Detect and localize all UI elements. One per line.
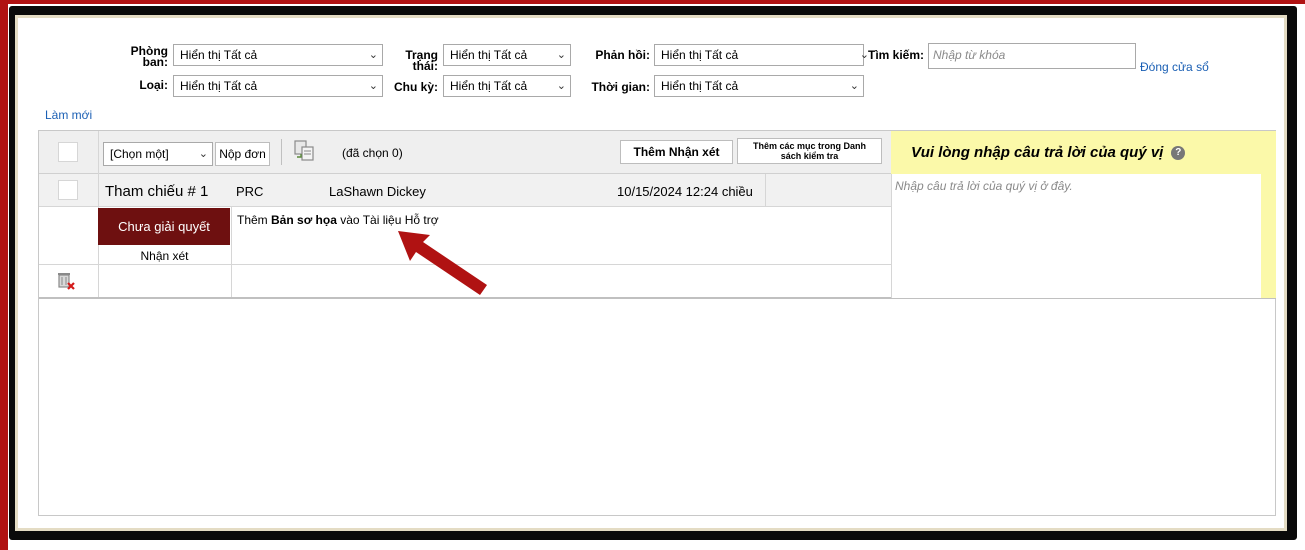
refresh-link[interactable]: Làm mới [45, 108, 92, 122]
column-divider [231, 207, 232, 298]
chevron-down-icon: ⌄ [368, 80, 378, 92]
select-all-checkbox[interactable] [58, 142, 78, 162]
answer-input[interactable]: Nhập câu trả lời của quý vị ở đây. [891, 174, 1261, 298]
department-select[interactable]: Hiển thị Tất cả ⌄ [173, 44, 383, 66]
time-select[interactable]: Hiển thị Tất cả ⌄ [654, 75, 864, 97]
status-label: Trạng thái: [405, 48, 438, 73]
comment-label: Nhận xét [140, 249, 189, 263]
search-input[interactable]: Nhập từ khóa [928, 43, 1136, 69]
annotation-arrow-icon [390, 225, 495, 303]
status-select-value: Hiển thị Tất cả [450, 48, 528, 62]
cycle-select[interactable]: Hiển thị Tất cả ⌄ [443, 75, 571, 97]
answer-panel-title: Vui lòng nhập câu trả lời của quý vị? [891, 131, 1276, 174]
chevron-down-icon: ⌄ [849, 80, 859, 92]
status-badge: Chưa giải quyết [98, 208, 230, 245]
answer-panel-side [1261, 174, 1276, 298]
person-cell: LaShawn Dickey [329, 184, 426, 199]
red-left-border [0, 0, 8, 550]
add-comment-button[interactable]: Thêm Nhận xét [620, 140, 733, 164]
response-select-value: Hiển thị Tất cả [661, 48, 739, 62]
chevron-down-icon: ⌄ [556, 80, 566, 92]
copy-docs-icon[interactable] [292, 139, 316, 163]
chevron-down-icon: ⌄ [556, 49, 566, 61]
selected-count: (đã chọn 0) [342, 146, 403, 160]
submit-button[interactable]: Nộp đơn [215, 142, 270, 166]
cycle-select-value: Hiển thị Tất cả [450, 79, 528, 93]
row-checkbox[interactable] [58, 180, 78, 200]
time-label: Thời gian: [591, 80, 650, 94]
type-select[interactable]: Hiển thị Tất cả ⌄ [173, 75, 383, 97]
type-label: Loại: [139, 78, 168, 92]
review-grid: [Chọn một] ⌄ Nộp đơn (đã chọn 0) Thêm Nh… [38, 130, 1276, 516]
response-label: Phản hồi: [595, 48, 650, 62]
close-window-link[interactable]: Đóng cửa sổ [1140, 60, 1209, 74]
type-select-value: Hiển thị Tất cả [180, 79, 258, 93]
department-label: Phòng ban: [130, 44, 168, 69]
reference-cell: Tham chiếu # 1 [105, 183, 209, 200]
add-checklist-button[interactable]: Thêm các mục trong Danh sách kiểm tra [737, 138, 882, 164]
time-select-value: Hiển thị Tất cả [661, 79, 739, 93]
grid-toolbar: [Chọn một] ⌄ Nộp đơn (đã chọn 0) Thêm Nh… [39, 131, 891, 174]
department-select-value: Hiển thị Tất cả [180, 48, 258, 62]
status-select[interactable]: Hiển thị Tất cả ⌄ [443, 44, 571, 66]
response-select[interactable]: Hiển thị Tất cả ⌄ [654, 44, 869, 66]
red-top-border [0, 0, 1305, 4]
toolbar-separator [281, 139, 282, 165]
column-divider [98, 131, 99, 174]
action-select[interactable]: [Chọn một] ⌄ [103, 142, 213, 166]
search-label: Tìm kiếm: [867, 48, 924, 62]
datetime-cell: 10/15/2024 12:24 chiều [617, 184, 753, 199]
delete-icon[interactable] [55, 270, 77, 292]
chevron-down-icon: ⌄ [198, 148, 208, 160]
action-select-value: [Chọn một] [110, 147, 169, 161]
cycle-label: Chu kỳ: [393, 80, 438, 94]
chevron-down-icon: ⌄ [368, 49, 378, 61]
help-icon[interactable]: ? [1171, 146, 1186, 160]
code-cell: PRC [236, 184, 264, 199]
table-row[interactable]: Tham chiếu # 1 PRC LaShawn Dickey 10/15/… [39, 174, 891, 207]
column-divider [765, 174, 766, 207]
